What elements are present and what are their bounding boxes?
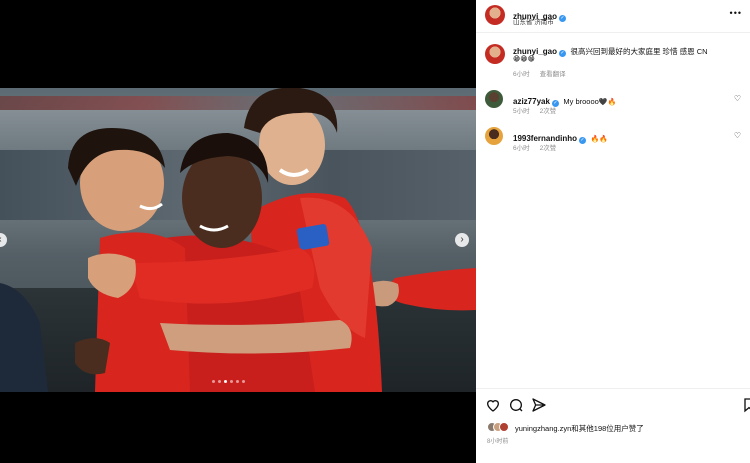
author-avatar[interactable]: [485, 5, 505, 25]
carousel-dot: [212, 380, 215, 383]
media-panel: ‹ ›: [0, 0, 476, 463]
caption-text: 很高兴回到最好的大家庭里 珍惜 感恩 CN: [570, 47, 708, 56]
comment-meta: 5小时 2次赞: [513, 105, 566, 115]
comment-time[interactable]: 6小时: [513, 145, 530, 152]
commenter-avatar[interactable]: [485, 127, 503, 145]
next-arrow-icon[interactable]: ›: [455, 233, 469, 247]
caption-meta: 6小时 查看翻译: [513, 68, 576, 78]
post-photo[interactable]: ‹ ›: [0, 88, 476, 392]
post-header: zhunyi_gao ✓ 山东省 济南市 •••: [476, 0, 750, 33]
post-location[interactable]: 山东省 济南市: [513, 16, 554, 26]
comment-like-heart-icon[interactable]: ♡: [734, 131, 741, 140]
comment-emojis: 🔥🔥: [590, 136, 608, 143]
carousel-dot-active: [224, 380, 227, 383]
caption-emojis: 😁😁😁: [513, 56, 535, 63]
verified-icon: ✓: [559, 15, 567, 22]
post-viewer: ‹ › zhunyi_gao✓ 山东省 济南市 ••• zhunyi_gao✓: [0, 0, 750, 463]
players-illustration: [0, 88, 476, 392]
carousel-dot: [218, 380, 221, 383]
caption-time[interactable]: 6小时: [513, 71, 530, 78]
carousel-dot: [236, 380, 239, 383]
comment-emojis: 🖤🔥: [598, 99, 617, 106]
comment-meta: 6小时 2次赞: [513, 142, 566, 152]
comment-likes[interactable]: 2次赞: [540, 108, 557, 115]
comment-like-heart-icon[interactable]: ♡: [734, 94, 741, 103]
carousel-dot: [230, 380, 233, 383]
comment-likes[interactable]: 2次赞: [540, 145, 557, 152]
share-send-icon[interactable]: [531, 397, 547, 413]
lower-arm-dark: [75, 338, 110, 375]
verified-icon: ✓: [559, 50, 567, 57]
liked-by-text[interactable]: yuningzhang.zyn和其他198位用户赞了: [515, 423, 644, 434]
liker-avatar: [499, 422, 509, 432]
comment-text: My broooo: [563, 97, 599, 106]
commenter-avatar[interactable]: [485, 90, 503, 108]
bystander-left: [0, 283, 48, 392]
verified-icon: ✓: [579, 137, 587, 144]
post-time[interactable]: 8小时前: [487, 436, 508, 445]
caption-avatar[interactable]: [485, 44, 505, 64]
like-heart-icon[interactable]: [485, 397, 501, 413]
carousel-dot: [242, 380, 245, 383]
comment-bubble-icon[interactable]: [508, 397, 524, 413]
post-sidebar: zhunyi_gao ✓ 山东省 济南市 ••• zhunyi_gao ✓ 很高兴回…: [476, 0, 750, 463]
bookmark-icon[interactable]: [741, 397, 750, 413]
embrace-arm-skin: [160, 320, 352, 354]
comment-time[interactable]: 5小时: [513, 108, 530, 115]
translate-link[interactable]: 查看翻译: [540, 71, 566, 78]
more-horizontal-icon[interactable]: •••: [730, 8, 742, 18]
carousel-dots: [212, 380, 245, 383]
